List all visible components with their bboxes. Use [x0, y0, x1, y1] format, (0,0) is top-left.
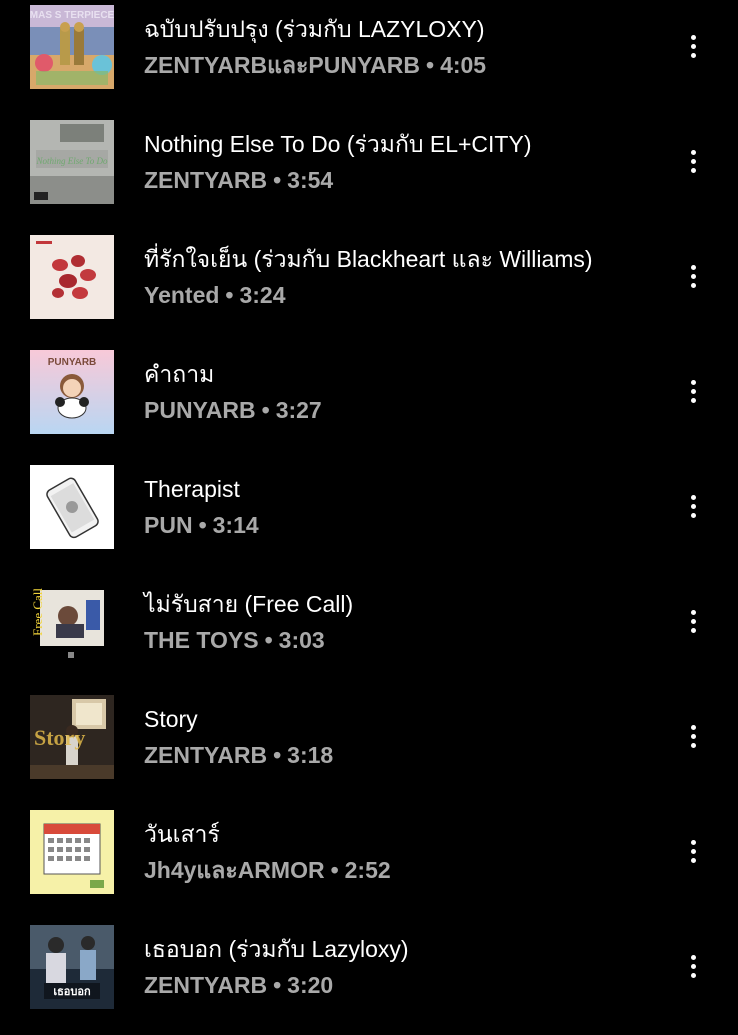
separator: • [264, 627, 273, 653]
album-art [30, 235, 114, 319]
track-row[interactable]: เธอบอก เธอบอก (ร่วมกับ Lazyloxy) ZENTYAR… [0, 920, 738, 1035]
album-art: PUNYARB [30, 350, 114, 434]
track-subtitle: ZENTYARB • 3:54 [144, 165, 333, 195]
track-duration: 2:52 [344, 857, 391, 883]
more-vert-icon[interactable] [678, 488, 708, 524]
album-art-text: MAS S TERPIECE [30, 10, 114, 21]
track-duration: 3:14 [212, 512, 259, 538]
track-artist: Jh4yและARMOR [144, 857, 325, 883]
track-row[interactable]: Story Story ZENTYARB • 3:18 [0, 690, 738, 805]
separator: • [273, 742, 282, 768]
more-vert-icon[interactable] [678, 373, 708, 409]
album-art: Free Call [30, 580, 114, 664]
track-artist: ZENTYARB [144, 742, 268, 768]
album-art-text: เธอบอก [53, 985, 91, 998]
album-art: MAS S TERPIECE [30, 5, 114, 89]
more-vert-icon[interactable] [678, 28, 708, 64]
track-duration: 3:18 [287, 742, 334, 768]
track-duration: 3:03 [278, 627, 325, 653]
track-duration: 3:20 [287, 972, 334, 998]
track-row[interactable]: MAS S TERPIECE ฉบับปรับปรุง (ร่วมกับ LAZ… [0, 0, 738, 115]
more-vert-icon[interactable] [678, 833, 708, 869]
track-row[interactable]: Nothing Else To Do Nothing Else To Do (ร… [0, 115, 738, 230]
track-title: ฉบับปรับปรุง (ร่วมกับ LAZYLOXY) [144, 16, 485, 42]
album-art [30, 810, 114, 894]
separator: • [273, 167, 282, 193]
track-duration: 3:54 [287, 167, 334, 193]
track-artist: PUN [144, 512, 193, 538]
track-row[interactable]: Therapist PUN • 3:14 [0, 460, 738, 575]
album-art: Nothing Else To Do [30, 120, 114, 204]
track-title: เธอบอก (ร่วมกับ Lazyloxy) [144, 936, 409, 962]
separator: • [261, 397, 270, 423]
track-subtitle: THE TOYS • 3:03 [144, 625, 325, 655]
track-title: Therapist [144, 476, 240, 502]
album-art: เธอบอก [30, 925, 114, 1009]
track-subtitle: PUN • 3:14 [144, 510, 259, 540]
track-title: วันเสาร์ [144, 821, 220, 847]
separator: • [330, 857, 339, 883]
album-art: Story [30, 695, 114, 779]
track-subtitle: ZENTYARBและPUNYARB • 4:05 [144, 50, 486, 80]
track-artist: ZENTYARB [144, 972, 268, 998]
track-title: Nothing Else To Do (ร่วมกับ EL+CITY) [144, 131, 532, 157]
track-artist: PUNYARB [144, 397, 256, 423]
album-art-text: PUNYARB [48, 357, 97, 368]
more-vert-icon[interactable] [678, 143, 708, 179]
track-row[interactable]: Free Call ไม่รับสาย (Free Call) THE TOYS… [0, 575, 738, 690]
track-duration: 4:05 [440, 52, 487, 78]
more-vert-icon[interactable] [678, 948, 708, 984]
track-title: ไม่รับสาย (Free Call) [144, 591, 354, 617]
track-subtitle: Yented • 3:24 [144, 280, 286, 310]
more-vert-icon[interactable] [678, 258, 708, 294]
track-subtitle: ZENTYARB • 3:20 [144, 970, 333, 1000]
track-title: คำถาม [144, 361, 215, 387]
separator: • [198, 512, 207, 538]
separator: • [273, 972, 282, 998]
track-duration: 3:24 [239, 282, 286, 308]
track-title: ที่รักใจเย็น (ร่วมกับ Blackheart และ Wil… [144, 246, 593, 272]
track-row[interactable]: วันเสาร์ Jh4yและARMOR • 2:52 [0, 805, 738, 920]
more-vert-icon[interactable] [678, 603, 708, 639]
separator: • [426, 52, 435, 78]
album-art [30, 465, 114, 549]
track-artist: ZENTYARBและPUNYARB [144, 52, 420, 78]
separator: • [225, 282, 234, 308]
track-row[interactable]: ที่รักใจเย็น (ร่วมกับ Blackheart และ Wil… [0, 230, 738, 345]
track-list: MAS S TERPIECE ฉบับปรับปรุง (ร่วมกับ LAZ… [0, 0, 738, 1024]
track-duration: 3:27 [275, 397, 322, 423]
album-art-text: Nothing Else To Do [36, 156, 108, 166]
track-subtitle: Jh4yและARMOR • 2:52 [144, 855, 391, 885]
track-artist: ZENTYARB [144, 167, 268, 193]
track-subtitle: ZENTYARB • 3:18 [144, 740, 333, 770]
track-artist: Yented [144, 282, 220, 308]
track-subtitle: PUNYARB • 3:27 [144, 395, 322, 425]
track-row[interactable]: PUNYARB คำถาม PUNYARB • 3:27 [0, 345, 738, 460]
track-title: Story [144, 706, 198, 732]
album-art-text: Story [34, 725, 85, 750]
album-art-text: Free Call [30, 588, 45, 636]
track-artist: THE TOYS [144, 627, 259, 653]
more-vert-icon[interactable] [678, 718, 708, 754]
